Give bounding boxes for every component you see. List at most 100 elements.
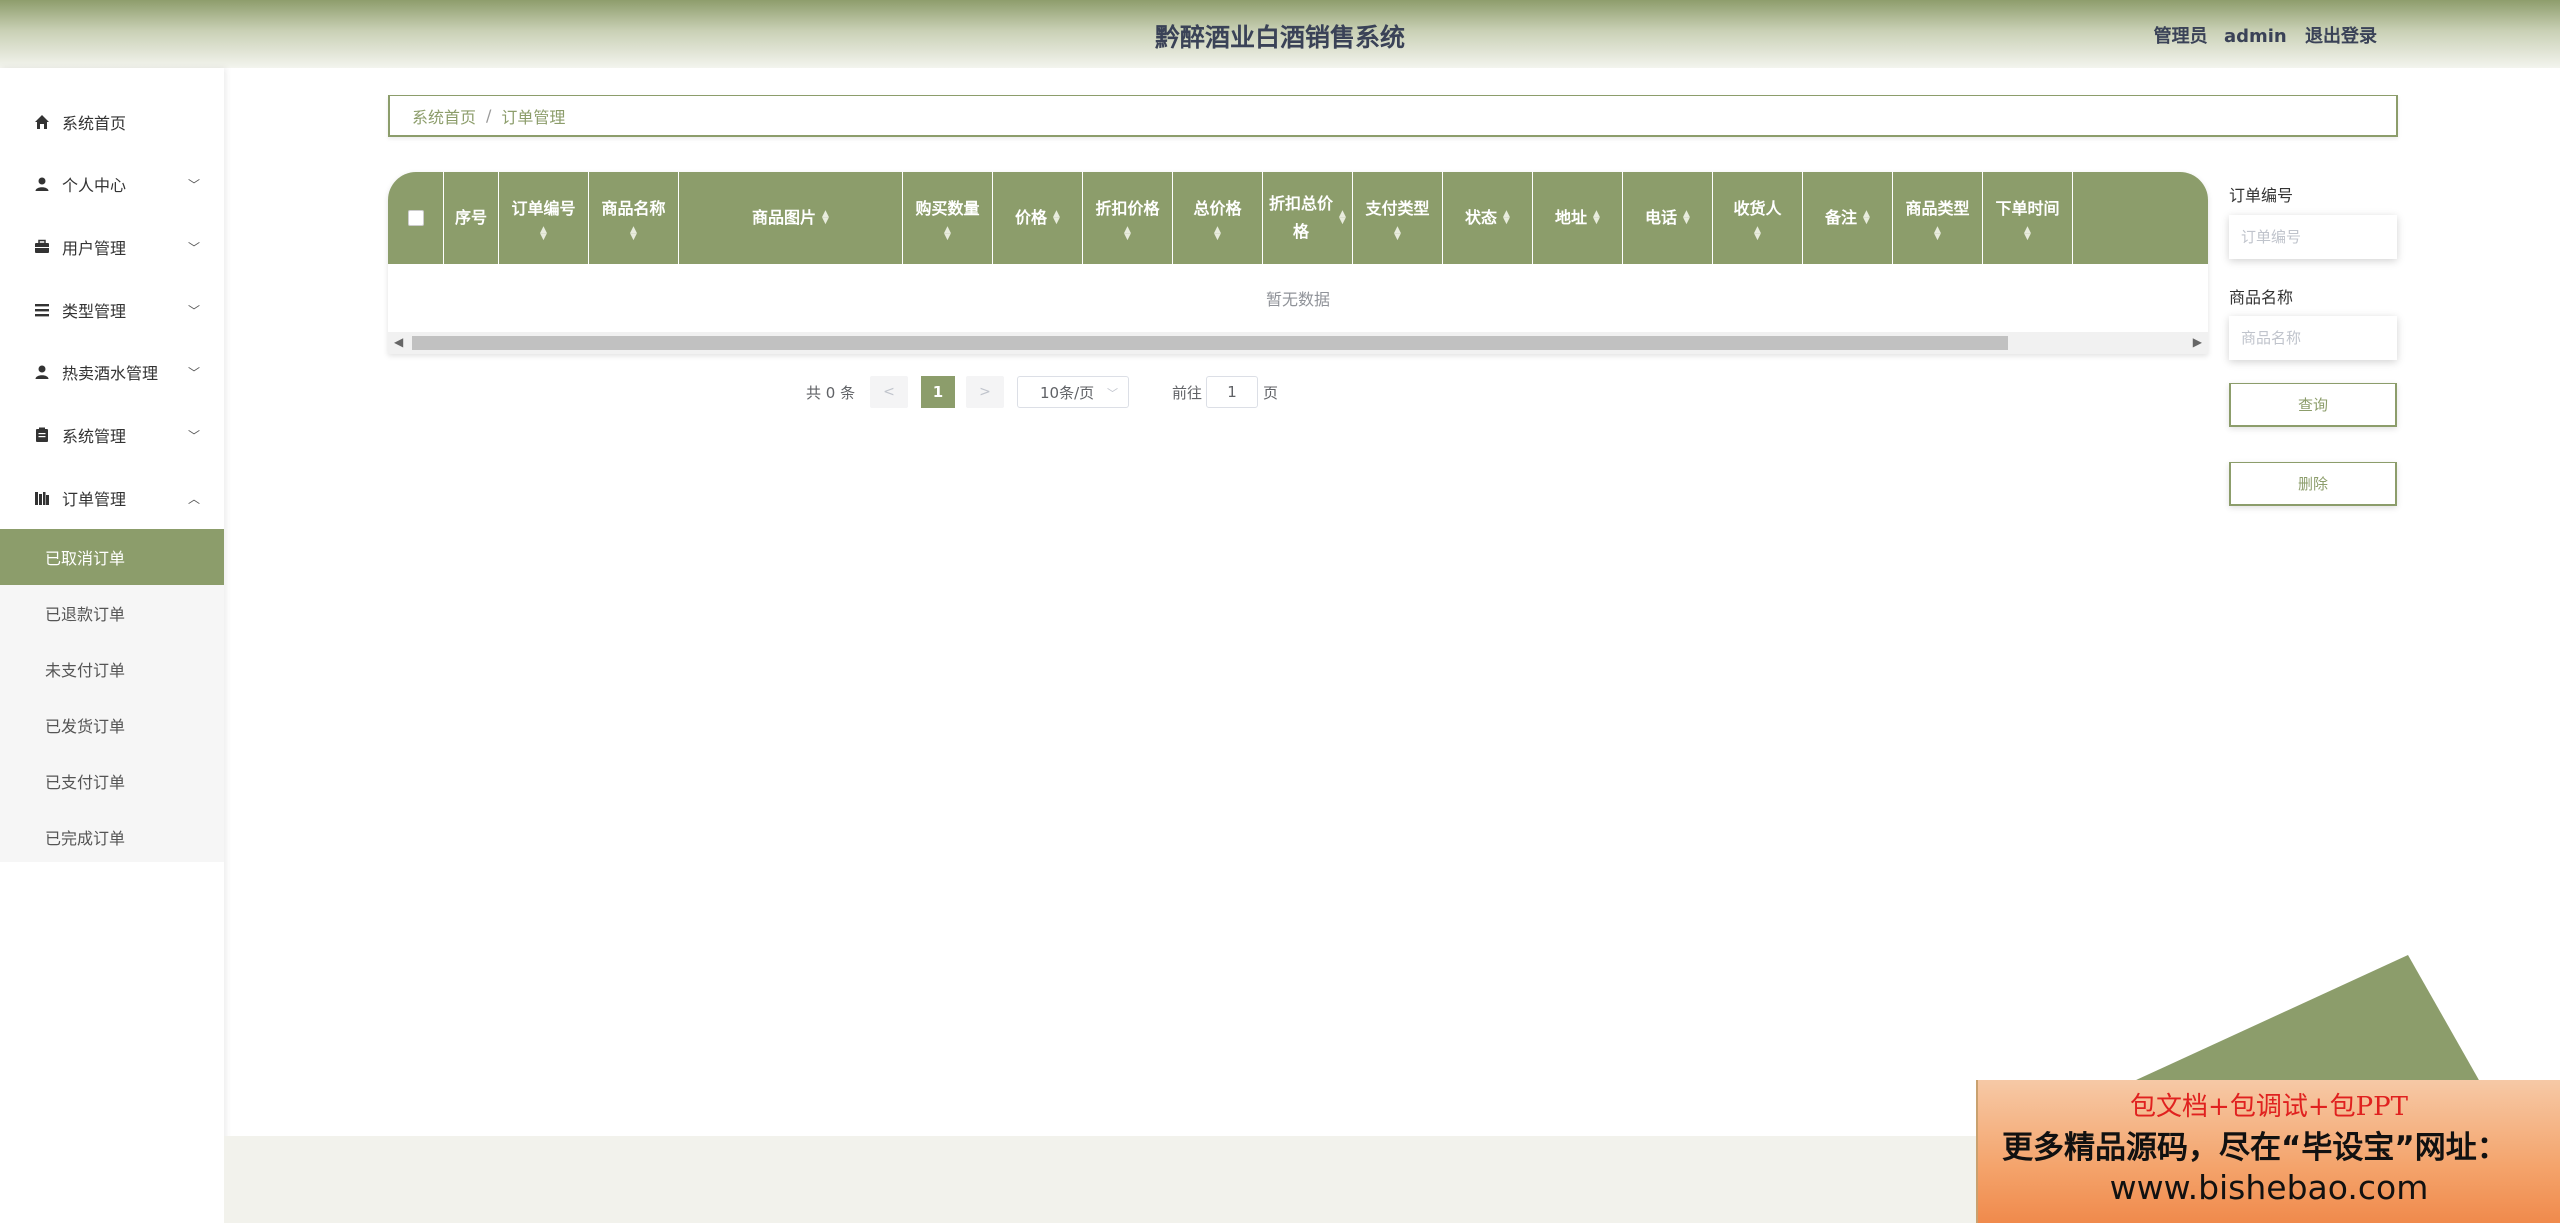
col-header-receiver[interactable]: 收货人 ▲ ▼ [1713,172,1803,264]
delete-button[interactable]: 删除 [2229,462,2397,506]
sidebar-item-types[interactable]: 类型管理 ﹀ [0,280,224,340]
sort-icon[interactable]: ▲ ▼ [1053,210,1060,226]
horizontal-scrollbar[interactable]: ◀ ▶ [388,332,2208,354]
col-label: 商品类型 [1905,199,1970,218]
goto-prefix: 前往 [1172,383,1203,402]
sidebar-item-label: 热卖酒水管理 [62,364,159,383]
col-label: 折扣价格 [1095,199,1160,218]
select-all-cell [388,172,444,264]
sidebar-item-label: 个人中心 [62,176,127,195]
product-name-input[interactable] [2229,316,2397,360]
sort-icon[interactable]: ▲ ▼ [944,226,951,242]
chevron-down-icon: ﹀ [187,429,200,443]
col-header-phone[interactable]: 电话 ▲ ▼ [1623,172,1713,264]
sort-icon[interactable]: ▲ ▼ [1934,226,1941,242]
top-header: 黔醉酒业白酒销售系统 管理员 admin 退出登录 [0,0,2560,68]
user-area: 管理员 admin 退出登录 [2144,22,2377,48]
logout-link[interactable]: 退出登录 [2305,26,2377,47]
sidebar-item-users[interactable]: 用户管理 ﹀ [0,217,224,277]
col-header-order-time[interactable]: 下单时间 ▲ ▼ [1983,172,2073,264]
page-size-select[interactable]: 10条/页 ﹀ [1017,376,1129,408]
sidebar-item-label: 系统首页 [62,114,127,133]
sort-icon[interactable]: ▲ ▼ [1214,226,1221,242]
scroll-left-icon[interactable]: ◀ [394,335,403,349]
select-all-checkbox[interactable] [407,210,424,226]
col-header-product-image[interactable]: 商品图片 ▲ ▼ [679,172,903,264]
col-header-address[interactable]: 地址 ▲ ▼ [1533,172,1623,264]
chevron-down-icon: ﹀ [187,366,200,380]
chevron-down-icon: ﹀ [1107,387,1118,400]
orders-table: 序号 订单编号 ▲ ▼ 商品名称 ▲ ▼ 商品图片 ▲ ▼ 购买数量 ▲ ▼ 价格 ▲ ▼… [388,172,2208,354]
col-header-price[interactable]: 价格 ▲ ▼ [993,172,1083,264]
sort-icon[interactable]: ▲ ▼ [1754,226,1761,242]
scroll-right-icon[interactable]: ▶ [2193,335,2202,349]
col-header-order-no[interactable]: 订单编号 ▲ ▼ [499,172,589,264]
sort-icon[interactable]: ▲ ▼ [822,210,829,226]
submenu-item-refunded[interactable]: 已退款订单 [0,585,224,641]
sort-icon[interactable]: ▲ ▼ [1503,210,1510,226]
sidebar-item-home[interactable]: 系统首页 [0,92,224,152]
col-header-discount-price[interactable]: 折扣价格 ▲ ▼ [1083,172,1173,264]
banner-line-2: 更多精品源码，尽在“毕设宝”网址： [2002,1130,2508,1166]
col-label: 价格 [1015,208,1048,227]
sort-icon[interactable]: ▲ ▼ [1394,226,1401,242]
next-page-button[interactable]: > [966,376,1004,408]
empty-state: 暂无数据 [1265,290,1330,309]
sort-icon[interactable]: ▲ ▼ [1339,210,1346,226]
sidebar: 系统首页 个人中心 ﹀ 用户管理 ﹀ 类型管理 ﹀ 热卖酒水管理 ﹀ 系统管理 … [0,68,224,1223]
breadcrumb-current: 订单管理 [501,107,566,127]
col-header-status[interactable]: 状态 ▲ ▼ [1443,172,1533,264]
chevron-down-icon: ﹀ [187,241,200,255]
list-icon [34,302,50,318]
order-no-label: 订单编号 [2229,186,2294,205]
briefcase-icon [34,239,50,255]
col-header-product-name[interactable]: 商品名称 ▲ ▼ [589,172,679,264]
sidebar-item-profile[interactable]: 个人中心 ﹀ [0,154,224,214]
breadcrumb-home[interactable]: 系统首页 [412,104,476,128]
sort-icon[interactable]: ▲ ▼ [1124,226,1131,242]
user-role: 管理员 [2153,26,2208,47]
sort-icon[interactable]: ▲ ▼ [2024,226,2031,242]
orders-submenu: 已取消订单 已退款订单 未支付订单 已发货订单 已支付订单 已完成订单 [0,529,224,862]
sidebar-item-hot-drinks[interactable]: 热卖酒水管理 ﹀ [0,342,224,402]
col-header-total-price[interactable]: 总价格 ▲ ▼ [1173,172,1263,264]
col-label: 总价格 [1193,199,1242,218]
sidebar-item-label: 系统管理 [62,427,127,446]
sort-icon[interactable]: ▲ ▼ [1863,210,1870,226]
order-no-input[interactable] [2229,215,2397,259]
sidebar-item-orders[interactable]: 订单管理 ︿ [0,468,224,528]
sort-icon[interactable]: ▲ ▼ [630,226,637,242]
col-label: 备注 [1825,208,1858,227]
goto-suffix: 页 [1263,383,1279,402]
submenu-item-shipped[interactable]: 已发货订单 [0,697,224,753]
sidebar-item-system[interactable]: 系统管理 ﹀ [0,405,224,465]
sort-icon[interactable]: ▲ ▼ [1683,210,1690,226]
prev-page-button[interactable]: < [870,376,908,408]
promo-banner: 包文档+包调试+包PPT 更多精品源码，尽在“毕设宝”网址： www.bishe… [1976,1080,2560,1223]
col-header-quantity[interactable]: 购买数量 ▲ ▼ [903,172,993,264]
goto-page-input[interactable] [1206,376,1258,408]
col-label: 电话 [1645,208,1678,227]
col-header-payment-type[interactable]: 支付类型 ▲ ▼ [1353,172,1443,264]
scrollbar-thumb[interactable] [412,336,2008,350]
col-header-product-type[interactable]: 商品类型 ▲ ▼ [1893,172,1983,264]
col-header-remark[interactable]: 备注 ▲ ▼ [1803,172,1893,264]
page-number-current[interactable]: 1 [921,376,955,408]
sort-icon[interactable]: ▲ ▼ [1593,210,1600,226]
breadcrumb: 系统首页 / 订单管理 [388,95,2398,137]
chevron-down-icon: ﹀ [187,304,200,318]
pagination-total: 共 0 条 [806,383,856,402]
submenu-item-unpaid[interactable]: 未支付订单 [0,641,224,697]
sidebar-item-label: 用户管理 [62,239,127,258]
query-button[interactable]: 查询 [2229,383,2397,427]
col-header-discount-total[interactable]: 折扣总价格 ▲ ▼ [1263,172,1353,264]
col-label: 订单编号 [511,199,576,218]
submenu-item-completed[interactable]: 已完成订单 [0,809,224,865]
chevron-down-icon: ﹀ [187,178,200,192]
page-size-value: 10条/页 [1040,383,1095,402]
chevron-up-icon: ︿ [187,492,200,506]
sort-icon[interactable]: ▲ ▼ [540,226,547,242]
submenu-item-paid[interactable]: 已支付订单 [0,753,224,809]
col-header-index: 序号 [444,172,499,264]
submenu-item-cancelled[interactable]: 已取消订单 [0,529,224,585]
